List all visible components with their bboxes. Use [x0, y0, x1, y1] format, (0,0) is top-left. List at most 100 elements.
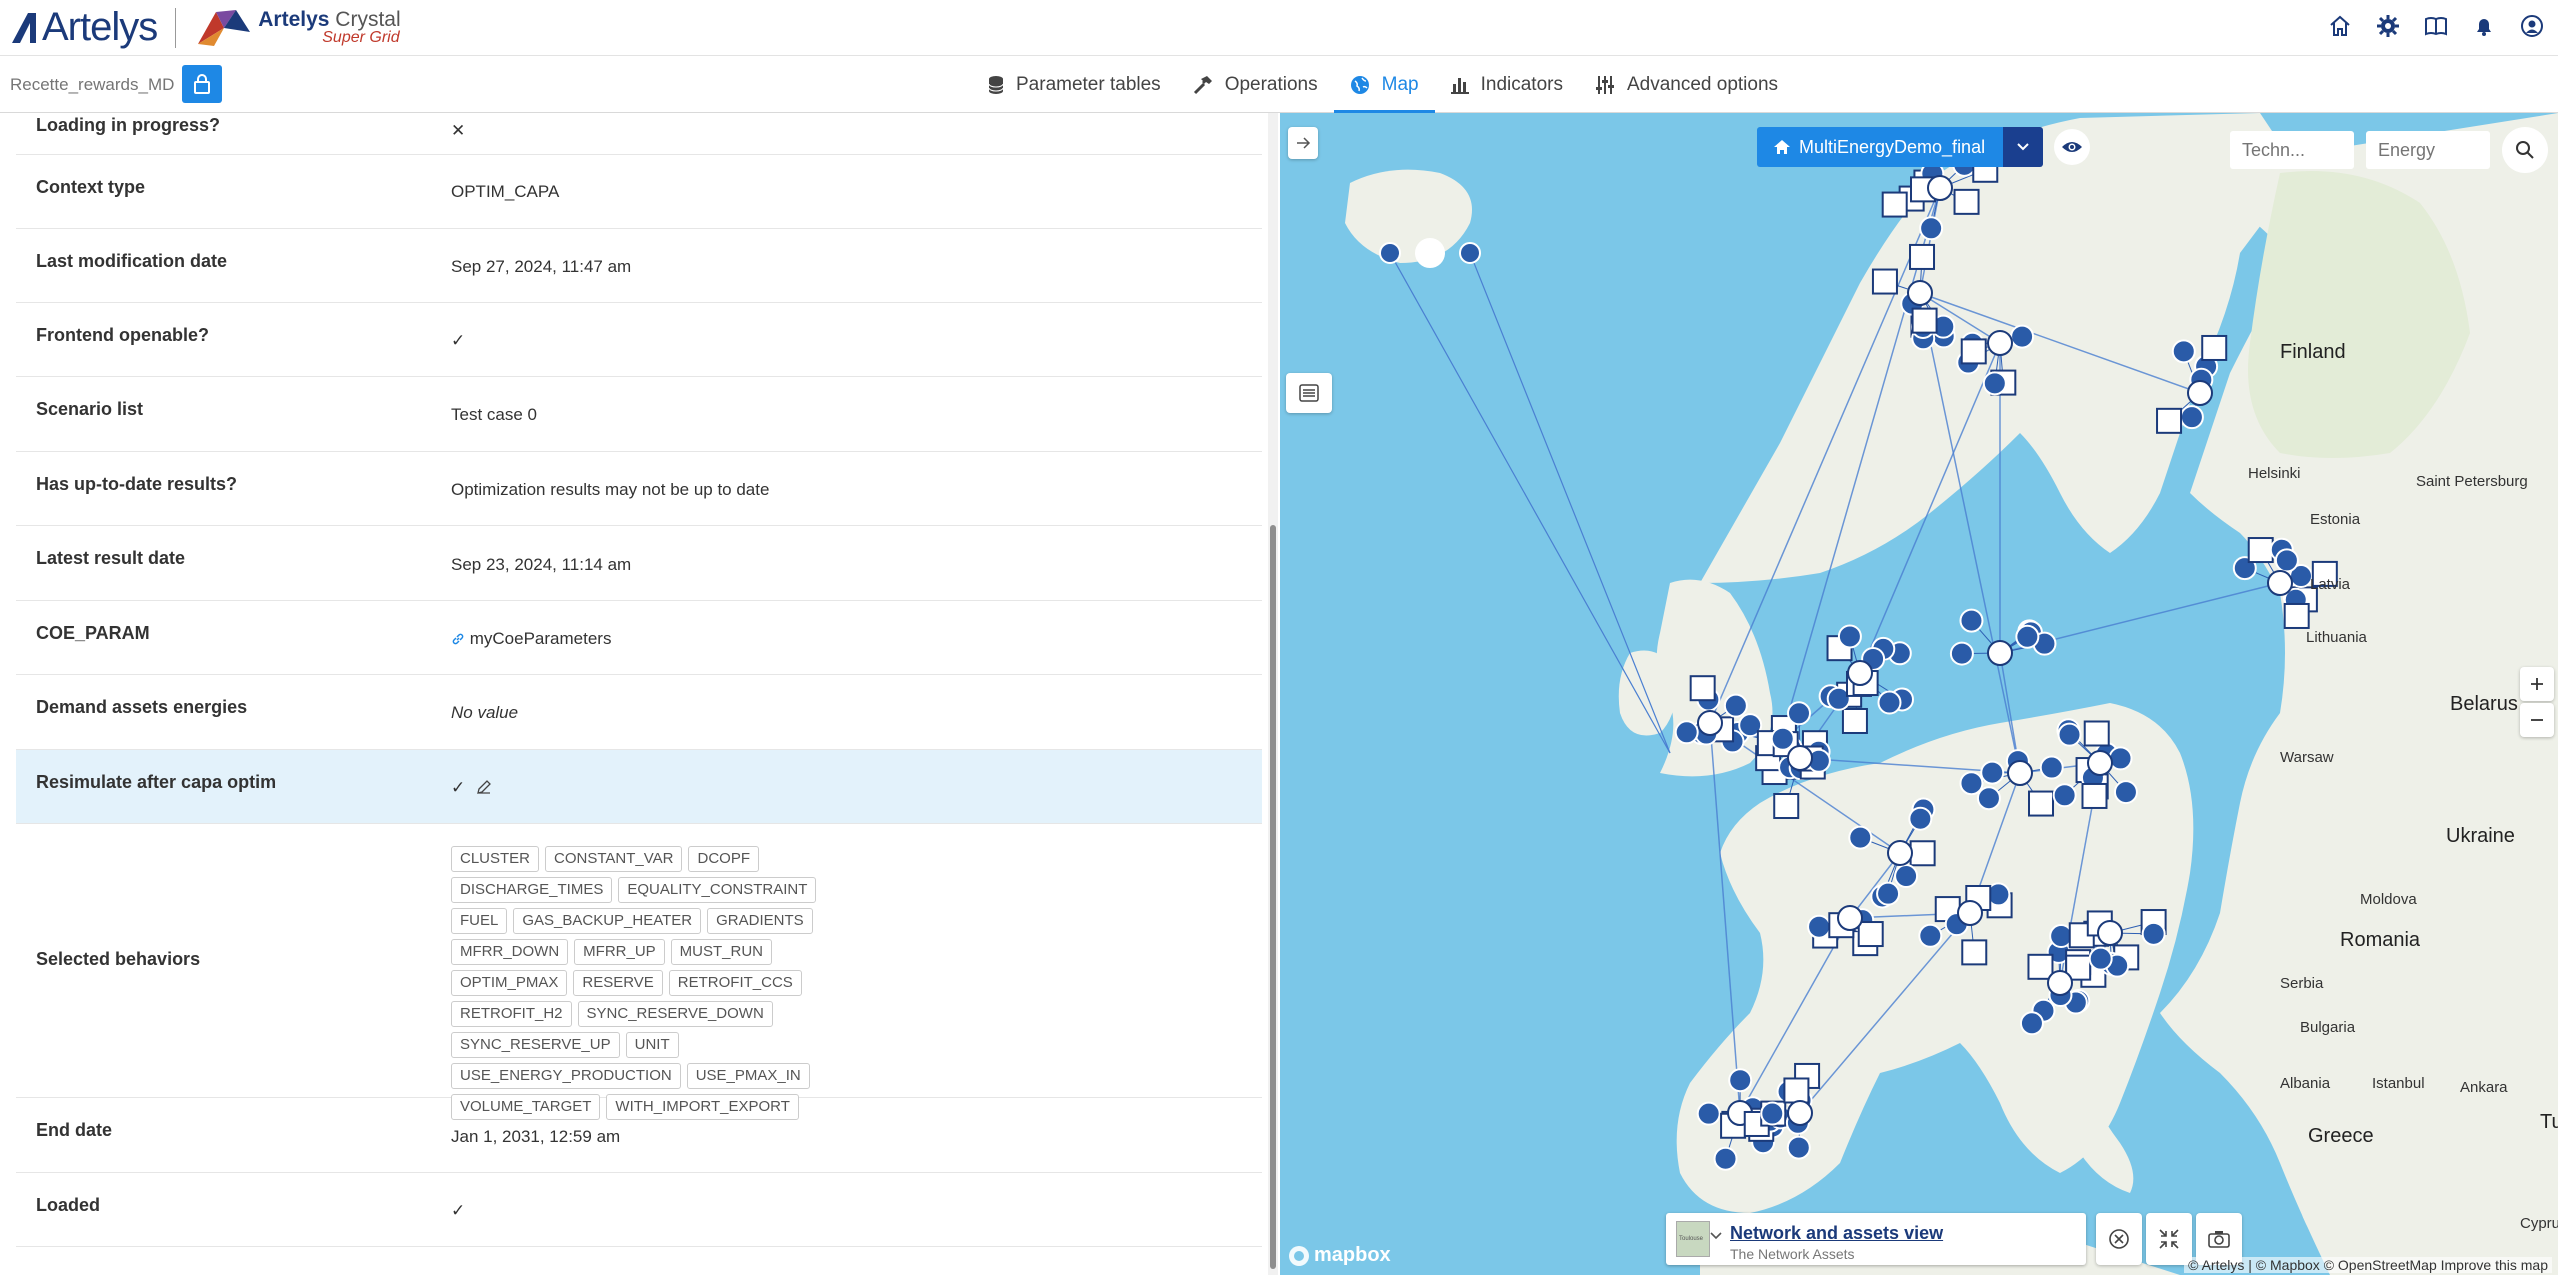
map-search-button[interactable] — [2502, 127, 2548, 173]
project-name-input[interactable] — [10, 71, 180, 99]
tab-parameter-tables[interactable]: Parameter tables — [972, 57, 1177, 113]
place-label: Belarus — [2450, 693, 2518, 715]
user-account-icon[interactable] — [2518, 12, 2546, 40]
mapbox-logo[interactable]: mapbox — [1288, 1244, 1391, 1267]
place-label: Finland — [2280, 341, 2346, 363]
lock-button[interactable] — [182, 65, 222, 103]
behavior-tag: RETROFIT_H2 — [451, 1001, 572, 1027]
place-label: Tu — [2540, 1111, 2558, 1133]
tab-label: Indicators — [1480, 74, 1563, 95]
expand-panel-button[interactable] — [1288, 127, 1318, 159]
link-icon — [452, 633, 464, 645]
energy-filter-input[interactable] — [2366, 131, 2490, 169]
property-row-selected-behaviors: Selected behaviors CLUSTER CONSTANT_VAR DC… — [16, 824, 1262, 1120]
minus-icon — [2531, 719, 2543, 721]
zoom-out-button[interactable] — [2520, 703, 2554, 737]
place-label: Greece — [2308, 1125, 2374, 1147]
map-view[interactable]: Finland Helsinki Saint Petersburg Estoni… — [1280, 113, 2558, 1275]
network-hub — [1887, 840, 1913, 866]
artelys-logo[interactable]: Artelys — [10, 0, 158, 56]
clear-view-button[interactable] — [2096, 1213, 2142, 1265]
gear-icon[interactable] — [2374, 12, 2402, 40]
book-icon[interactable] — [2422, 12, 2450, 40]
tab-advanced-options[interactable]: Advanced options — [1579, 57, 1794, 113]
place-label: Moldova — [2360, 891, 2417, 908]
lock-icon — [194, 74, 210, 94]
map-canvas[interactable] — [1280, 113, 2558, 1275]
dataset-dropdown-button[interactable] — [2003, 127, 2043, 167]
network-hub — [1787, 745, 1813, 771]
mapbox-icon — [1289, 1245, 1309, 1266]
land-iceland — [1345, 169, 1472, 263]
property-value[interactable]: Test case 0 — [451, 405, 537, 425]
tab-indicators[interactable]: Indicators — [1435, 57, 1579, 113]
network-hub — [2187, 380, 2213, 406]
asset-node — [1918, 923, 1943, 948]
property-value[interactable]: Sep 23, 2024, 11:14 am — [451, 555, 631, 575]
asset-node — [2083, 720, 2110, 747]
properties-panel: Loading in progress? ✕ Context type OPTI… — [0, 113, 1278, 1275]
dataset-selector-button[interactable]: MultiEnergyDemo_final — [1757, 127, 2003, 167]
hammer-icon — [1193, 76, 1212, 95]
asset-node — [1911, 307, 1938, 334]
home-icon[interactable] — [2326, 12, 2354, 40]
asset-node — [1837, 624, 1862, 649]
network-link — [1469, 252, 1671, 754]
asset-node — [2156, 407, 2183, 434]
view-subtitle: The Network Assets — [1730, 1246, 1855, 1262]
behavior-tag: USE_ENERGY_PRODUCTION — [451, 1063, 681, 1089]
asset-node — [2088, 946, 2113, 971]
technology-filter-input[interactable] — [2230, 131, 2354, 169]
coe-param-link[interactable]: myCoeParameters — [470, 629, 612, 648]
network-hub — [1787, 1100, 1813, 1126]
map-attribution[interactable]: © Artelys | © Mapbox © OpenStreetMap Imp… — [2184, 1257, 2552, 1273]
tab-operations[interactable]: Operations — [1177, 57, 1334, 113]
collapse-arrows-icon — [2159, 1229, 2179, 1249]
tab-map[interactable]: Map — [1333, 57, 1435, 113]
bell-icon[interactable] — [2470, 12, 2498, 40]
property-value[interactable]: Jan 1, 2031, 12:59 am — [451, 1127, 620, 1147]
asset-node — [1909, 840, 1936, 867]
network-hub — [2087, 750, 2113, 776]
asset-node — [1786, 1135, 1811, 1160]
network-hub — [1907, 280, 1933, 306]
property-row-resimulate[interactable]: Resimulate after capa optim ✓ — [16, 750, 1262, 824]
globe-icon — [1350, 76, 1369, 94]
property-label: Frontend openable? — [36, 325, 209, 345]
property-value[interactable]: Sep 27, 2024, 11:47 am — [451, 257, 631, 277]
dataset-name: MultiEnergyDemo_final — [1799, 136, 1986, 157]
scrollbar-thumb[interactable] — [1270, 525, 1276, 1269]
view-title[interactable]: Network and assets view — [1730, 1223, 1943, 1244]
legend-button[interactable] — [1286, 373, 1332, 413]
behavior-tag: MUST_RUN — [670, 939, 773, 965]
network-hub — [2007, 760, 2033, 786]
zoom-in-button[interactable] — [2520, 667, 2554, 701]
visibility-toggle-button[interactable] — [2054, 129, 2090, 165]
pencil-edit-icon[interactable] — [476, 779, 492, 795]
behavior-tag: CONSTANT_VAR — [545, 846, 683, 872]
behavior-tag: USE_PMAX_IN — [686, 1063, 810, 1089]
property-value[interactable]: No value — [451, 703, 518, 723]
network-hub — [1987, 330, 2013, 356]
close-icon: ✕ — [451, 121, 466, 140]
eye-icon — [2062, 142, 2082, 152]
asset-node — [1876, 881, 1901, 906]
asset-node — [2019, 1011, 2044, 1036]
tab-label: Advanced options — [1626, 74, 1779, 95]
asset-node — [2010, 324, 2035, 349]
map-view-selector[interactable]: Toulouse Network and assets view The Net… — [1666, 1213, 2168, 1265]
asset-node — [2108, 746, 2133, 771]
search-icon — [2516, 141, 2534, 159]
chevron-down-icon — [2017, 143, 2029, 151]
asset-node — [2141, 921, 2166, 946]
property-row-loaded: Loaded ✓ — [16, 1173, 1262, 1247]
network-hub — [1837, 905, 1863, 931]
asset-node — [2057, 722, 2082, 747]
chevron-down-icon[interactable] — [1710, 1231, 1722, 1241]
property-value[interactable]: OPTIM_CAPA — [451, 182, 559, 202]
property-value: myCoeParameters — [451, 629, 611, 649]
property-label: Demand assets energies — [36, 697, 248, 717]
panel-scrollbar[interactable] — [1268, 113, 1278, 1275]
behavior-tag: MFRR_UP — [574, 939, 665, 965]
property-value[interactable]: Optimization results may not be up to da… — [451, 480, 769, 500]
